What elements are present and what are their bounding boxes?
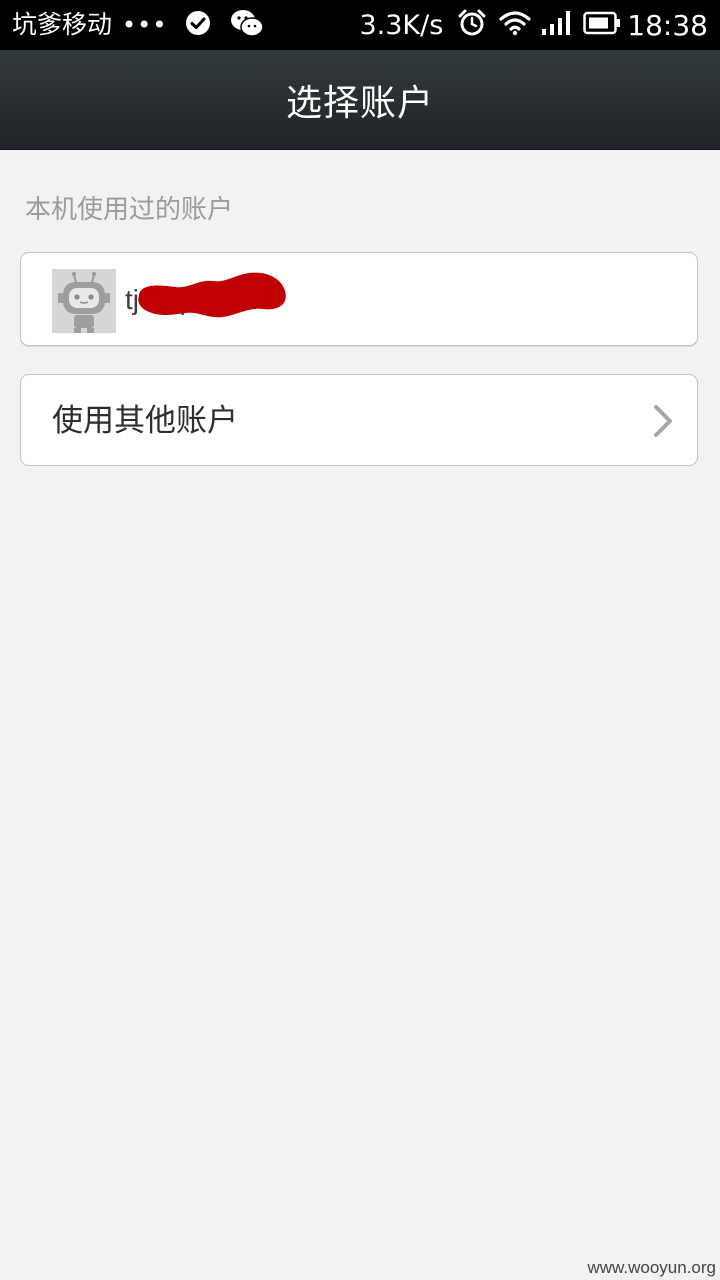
notification-dots: •••	[122, 11, 168, 39]
status-bar: 坑爹移动 ••• 3.3K/s 18:38	[0, 0, 720, 50]
wifi-icon	[499, 10, 531, 40]
clock: 18:38	[627, 8, 708, 42]
signal-icon	[541, 10, 571, 40]
status-right: 3.3K/s 18:38	[359, 0, 708, 50]
chevron-right-icon	[651, 403, 675, 439]
battery-icon	[583, 11, 621, 39]
check-circle-icon	[185, 10, 211, 40]
wechat-icon	[229, 8, 265, 42]
watermark: www.wooyun.org	[587, 1258, 716, 1277]
alarm-icon	[457, 8, 487, 42]
status-left: 坑爹移动 •••	[12, 0, 265, 50]
screen: 坑爹移动 ••• 3.3K/s 18:38 选择账户 本机使用过的账户 tj 使…	[0, 0, 720, 1280]
network-speed: 3.3K/s	[359, 9, 444, 41]
redaction-mark	[131, 269, 291, 329]
use-other-account-button[interactable]: 使用其他账户	[20, 374, 698, 466]
carrier-name: 坑爹移动	[12, 10, 113, 39]
section-label: 本机使用过的账户	[25, 195, 234, 225]
page-title: 选择账户	[285, 82, 434, 124]
use-other-account-label: 使用其他账户	[52, 403, 238, 439]
title-bar: 选择账户	[0, 50, 720, 150]
robot-avatar-icon	[52, 269, 116, 333]
saved-account-item[interactable]: tj .qq.com	[20, 252, 698, 346]
